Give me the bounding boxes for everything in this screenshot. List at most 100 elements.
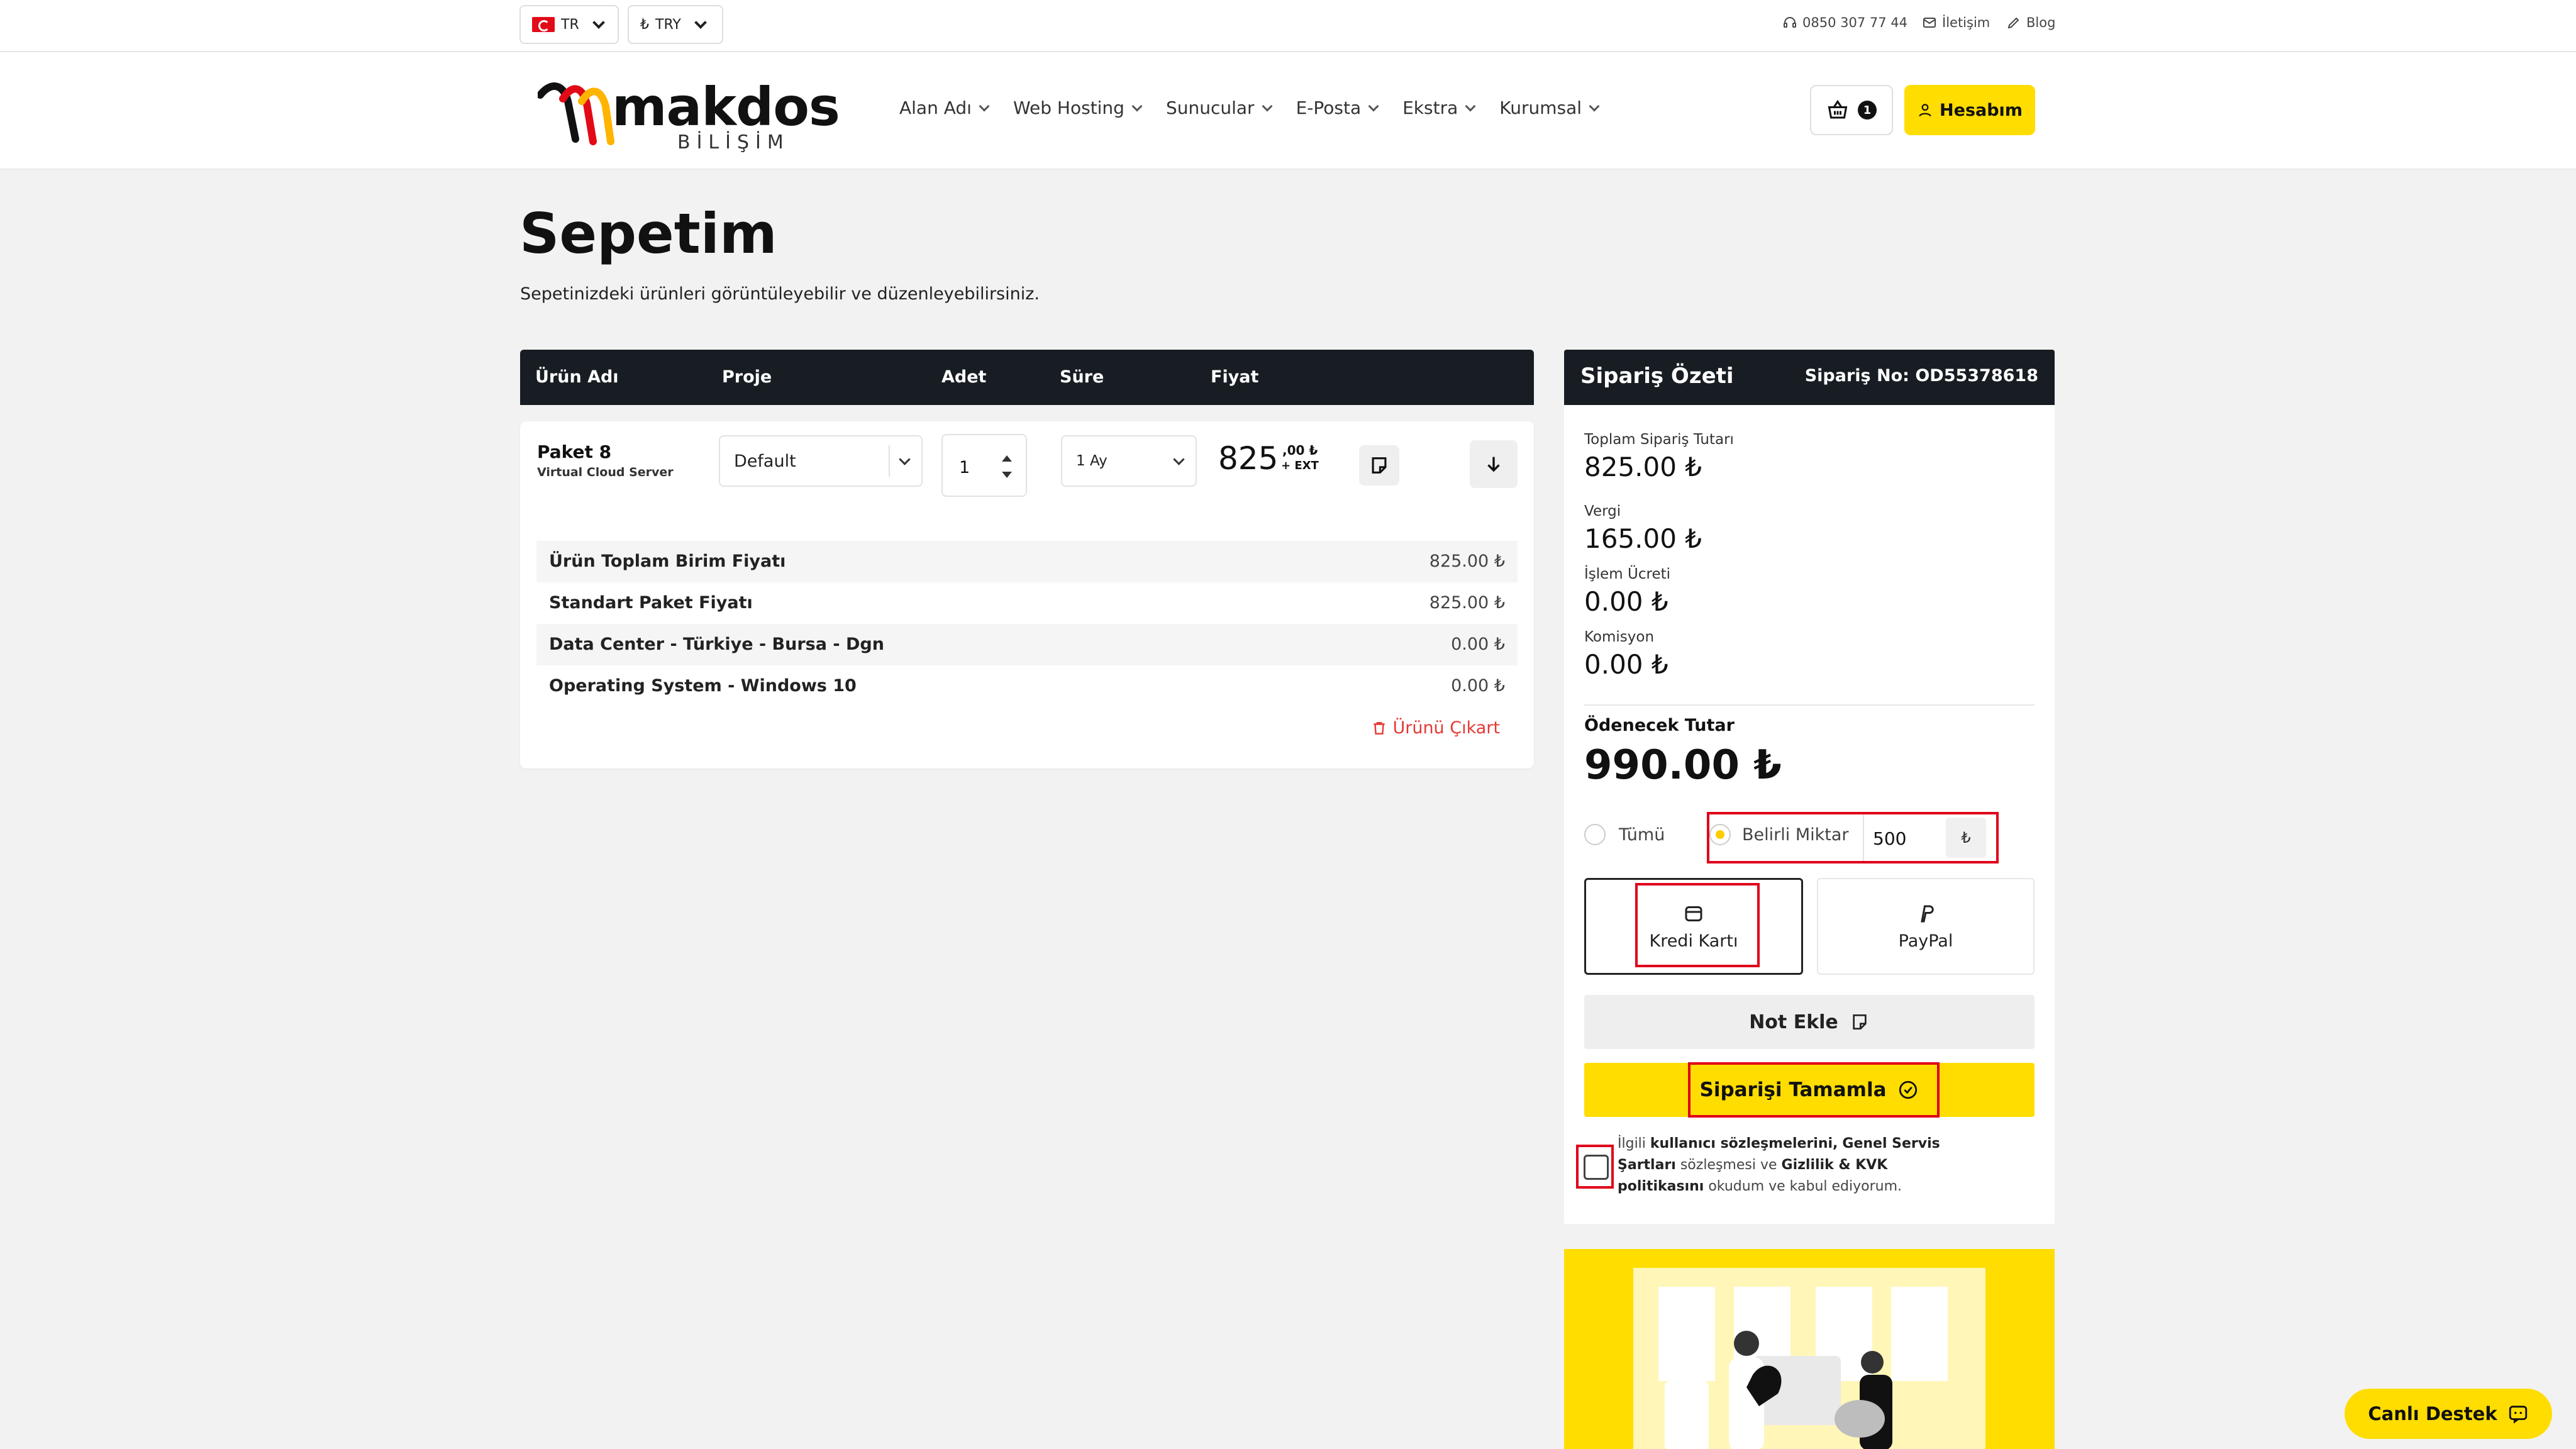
remove-product-link[interactable]: Ürünü Çıkart [1371,718,1500,738]
language-label: TR [561,16,579,33]
currency-label: TRY [655,16,681,33]
credit-card-icon [1685,906,1702,921]
pay-option-credit-card[interactable]: Kredi Kartı [1584,878,1803,975]
detail-label: Ürün Toplam Birim Fiyatı [549,552,786,571]
radio-all[interactable] [1584,824,1606,845]
product-type: Virtual Cloud Server [537,465,674,479]
project-select[interactable]: Default [719,435,923,487]
add-note-button[interactable]: Not Ekle [1584,995,2035,1049]
user-agreements-link[interactable]: kullanıcı sözleşmelerini, [1650,1136,1838,1152]
agreement-middle: sözleşmesi ve [1680,1157,1777,1173]
specific-amount-input[interactable] [1862,815,1950,862]
phone-link[interactable]: 0850 307 77 44 [1782,15,1907,30]
summary-label: Komisyon [1584,629,1655,645]
summary-label: Vergi [1584,503,1621,519]
detail-value: 825.00 ₺ [1429,593,1505,613]
user-icon [1919,104,1931,117]
arrow-down-icon [1487,457,1500,472]
nav-label: Alan Adı [899,97,972,118]
summary-value: 825.00 ₺ [1584,452,1702,482]
order-summary-header: Sipariş Özeti Sipariş No: OD55378618 [1564,350,2055,405]
amount-currency: ₺ [1946,818,1986,858]
summary-label: İşlem Ücreti [1584,566,1671,582]
promo-illustration [1564,1249,2055,1449]
makdos-logo[interactable]: makdos BİLİŞİM [538,76,840,153]
remove-label: Ürünü Çıkart [1392,718,1500,738]
pay-paypal-label: PayPal [1898,931,1953,951]
radio-specific-amount[interactable] [1709,824,1731,845]
detail-label: Operating System - Windows 10 [549,676,857,696]
detail-row: Operating System - Windows 10 0.00 ₺ [536,665,1518,707]
chevron-down-icon [1465,101,1476,111]
quantity-value: 1 [959,458,970,477]
currency-selector[interactable]: ₺ TRY [628,5,723,44]
detail-row: Standart Paket Fiyatı 825.00 ₺ [536,582,1518,624]
complete-order-label: Siparişi Tamamla [1699,1079,1887,1101]
nav-label: Web Hosting [1013,97,1124,118]
nav-item-kurumsal[interactable]: Kurumsal [1499,97,1600,118]
price-tax-note: + EXT [1281,459,1319,472]
summary-value: 0.00 ₺ [1584,586,1668,617]
paypal-icon [1921,905,1934,922]
account-label: Hesabım [1940,100,2023,120]
headset-icon [1784,17,1796,28]
col-price: Fiyat [1211,367,1259,387]
chat-icon [2509,1406,2527,1424]
pay-option-paypal[interactable]: PayPal [1817,878,2035,975]
order-summary-title: Sipariş Özeti [1580,364,1734,389]
page-subtitle: Sepetinizdeki ürünleri görüntüleyebilir … [520,284,1040,304]
live-support-button[interactable]: Canlı Destek [2345,1389,2552,1439]
chevron-down-icon [1589,101,1600,111]
detail-value: 825.00 ₺ [1429,552,1505,571]
note-icon [1853,1014,1867,1030]
summary-label: Toplam Sipariş Tutarı [1584,431,1734,448]
nav-item-alan-adi[interactable]: Alan Adı [899,97,990,118]
nav-label: Kurumsal [1499,97,1582,118]
note-icon [1372,457,1387,474]
quantity-stepper[interactable]: 1 [941,434,1027,497]
nav-item-e-posta[interactable]: E-Posta [1296,97,1379,118]
expand-details-button[interactable] [1470,440,1518,488]
detail-row: Data Center - Türkiye - Bursa - Dgn 0.00… [536,624,1518,665]
summary-divider [1584,704,2035,706]
product-name: Paket 8 [537,441,612,462]
page-title: Sepetim [519,201,777,266]
pay-card-label: Kredi Kartı [1649,931,1738,951]
nav-item-web-hosting[interactable]: Web Hosting [1013,97,1143,118]
item-note-button[interactable] [1359,445,1399,486]
agreement-checkbox[interactable] [1584,1155,1609,1180]
agreement-text: İlgili kullanıcı sözleşmelerini, Genel S… [1618,1133,1957,1197]
contact-link[interactable]: İletişim [1922,15,1990,30]
cart-item-card: Paket 8 Virtual Cloud Server Default 1 1… [520,421,1534,769]
account-button[interactable]: Hesabım [1904,85,2035,135]
period-select[interactable]: 1 Ay [1061,435,1197,487]
cart-count-badge: 1 [1858,101,1877,119]
summary-value: 0.00 ₺ [1584,649,1668,680]
col-project: Proje [722,367,772,387]
chevron-down-icon [979,101,990,111]
language-selector[interactable]: TR [519,5,619,44]
chevron-down-icon [1131,101,1143,111]
top-utility-bar: TR ₺ TRY 0850 307 77 44 İletişim Blog [0,0,2576,52]
nav-item-ekstra[interactable]: Ekstra [1402,97,1476,118]
col-period: Süre [1060,367,1104,387]
turkey-flag-icon [532,17,555,32]
blog-link[interactable]: Blog [2006,15,2055,30]
select-divider [889,445,890,477]
cart-button[interactable]: 1 [1810,85,1893,135]
phone-number: 0850 307 77 44 [1802,15,1907,30]
contact-label: İletişim [1942,15,1990,30]
nav-item-sunucular[interactable]: Sunucular [1166,97,1273,118]
blog-label: Blog [2026,15,2056,30]
col-quantity: Adet [941,367,987,387]
main-header: makdos BİLİŞİM Alan Adı Web Hosting Sunu… [0,52,2576,169]
people-illustration [1633,1268,1985,1449]
total-label: Ödenecek Tutar [1584,716,1735,735]
detail-value: 0.00 ₺ [1451,635,1505,654]
summary-value: 165.00 ₺ [1584,523,1702,554]
increment-icon[interactable] [1002,455,1012,462]
decrement-icon[interactable] [1002,472,1012,478]
lira-icon: ₺ [640,16,649,33]
chevron-down-icon [1262,101,1273,111]
complete-order-button[interactable]: Siparişi Tamamla [1584,1063,2035,1117]
